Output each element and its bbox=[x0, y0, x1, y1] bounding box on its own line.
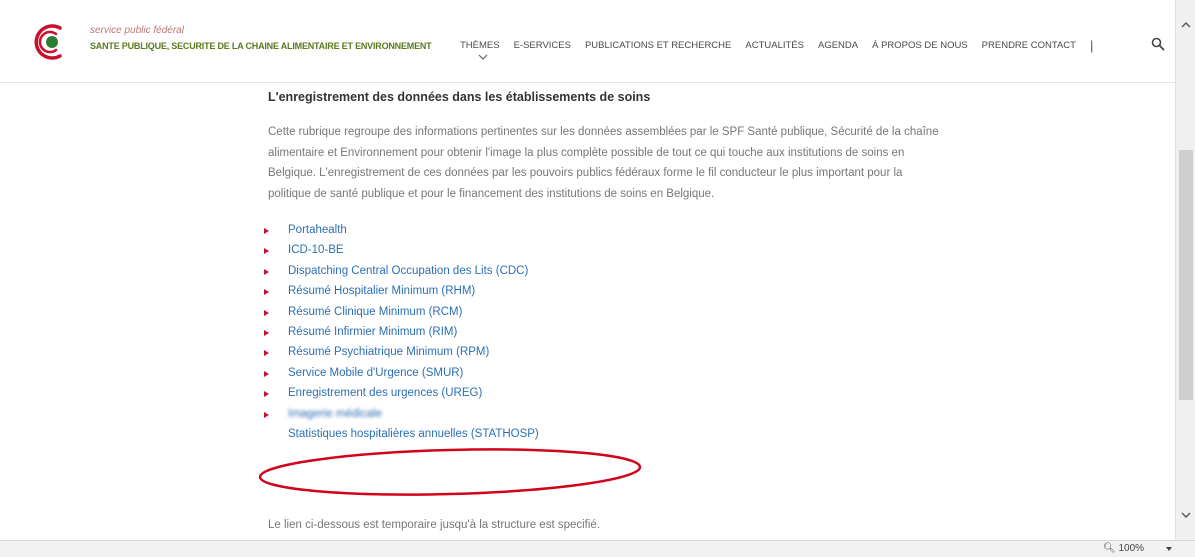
nav-actualites[interactable]: ACTUALITÉS bbox=[745, 40, 804, 51]
bullet-icon bbox=[264, 350, 269, 357]
list-item: Imagerie médicale bbox=[264, 404, 948, 424]
link-rpm[interactable]: Résumé Psychiatrique Minimum (RPM) bbox=[288, 346, 489, 358]
zoom-level[interactable]: 🔍︎ 100% bbox=[1103, 543, 1144, 554]
link-rcm[interactable]: Résumé Clinique Minimum (RCM) bbox=[288, 306, 462, 318]
main-nav: THÈMES E-SERVICES PUBLICATIONS ET RECHER… bbox=[460, 38, 1101, 53]
nav-contact[interactable]: PRENDRE CONTACT bbox=[982, 40, 1076, 51]
scrollbar-thumb[interactable] bbox=[1179, 150, 1193, 400]
scroll-up-icon[interactable] bbox=[1180, 20, 1192, 30]
bullet-icon bbox=[264, 411, 269, 418]
list-item: Portahealth bbox=[264, 220, 948, 240]
chevron-down-icon[interactable] bbox=[478, 54, 488, 60]
highlight-ellipse bbox=[258, 448, 642, 496]
list-item: Enregistrement des urgences (UREG) bbox=[264, 383, 948, 403]
bullet-icon bbox=[264, 370, 269, 377]
list-item: Résumé Psychiatrique Minimum (RPM) bbox=[264, 342, 948, 362]
search-icon[interactable] bbox=[1151, 37, 1165, 51]
nav-a-propos[interactable]: À PROPOS DE NOUS bbox=[872, 40, 968, 51]
intro-paragraph: Cette rubrique regroupe des informations… bbox=[268, 126, 939, 200]
nav-publications[interactable]: PUBLICATIONS ET RECHERCHE bbox=[585, 40, 731, 51]
registration-link-list: Portahealth ICD-10-BE Dispatching Centra… bbox=[264, 220, 948, 444]
zoom-value: 100% bbox=[1118, 543, 1145, 554]
chevron-down-icon[interactable] bbox=[1166, 547, 1172, 551]
link-imagerie[interactable]: Imagerie médicale bbox=[288, 408, 382, 420]
link-icd-10-be[interactable]: ICD-10-BE bbox=[288, 244, 344, 256]
bullet-icon bbox=[264, 329, 269, 336]
nav-separator: | bbox=[1089, 38, 1094, 53]
bullet-icon bbox=[264, 268, 269, 275]
list-item: Statistiques hospitalières annuelles (ST… bbox=[264, 424, 948, 444]
list-item: Service Mobile d'Urgence (SMUR) bbox=[264, 363, 948, 383]
browser-viewport: service public fédéral SANTE PUBLIQUE, S… bbox=[0, 0, 1175, 540]
list-item: Résumé Clinique Minimum (RCM) bbox=[264, 302, 948, 322]
nav-themes[interactable]: THÈMES bbox=[460, 40, 500, 51]
org-top-label: service public fédéral bbox=[90, 25, 184, 36]
list-item: ICD-10-BE bbox=[264, 240, 948, 260]
bullet-icon bbox=[264, 391, 269, 398]
list-item: Résumé Hospitalier Minimum (RHM) bbox=[264, 281, 948, 301]
bullet-icon bbox=[264, 228, 269, 234]
org-name[interactable]: SANTE PUBLIQUE, SECURITE DE LA CHAINE AL… bbox=[90, 41, 432, 51]
main-content: L'enregistrement des données dans les ét… bbox=[264, 90, 948, 444]
bullet-icon bbox=[264, 289, 269, 296]
footer-note: Le lien ci-dessous est temporaire jusqu'… bbox=[268, 519, 601, 531]
link-portahealth[interactable]: Portahealth bbox=[288, 224, 347, 236]
scroll-down-icon[interactable] bbox=[1180, 510, 1192, 520]
nav-agenda[interactable]: AGENDA bbox=[818, 40, 858, 51]
link-smur[interactable]: Service Mobile d'Urgence (SMUR) bbox=[288, 367, 463, 379]
list-item: Résumé Infirmier Minimum (RIM) bbox=[264, 322, 948, 342]
link-rhm[interactable]: Résumé Hospitalier Minimum (RHM) bbox=[288, 285, 475, 297]
page-title: L'enregistrement des données dans les ét… bbox=[268, 90, 651, 104]
bullet-icon bbox=[264, 248, 269, 255]
link-stathosp[interactable]: Statistiques hospitalières annuelles (ST… bbox=[288, 428, 539, 440]
link-cdc[interactable]: Dispatching Central Occupation des Lits … bbox=[288, 265, 528, 277]
site-header: service public fédéral SANTE PUBLIQUE, S… bbox=[0, 0, 1175, 83]
nav-e-services[interactable]: E-SERVICES bbox=[514, 40, 571, 51]
link-ureg[interactable]: Enregistrement des urgences (UREG) bbox=[288, 387, 482, 399]
logo-icon[interactable] bbox=[30, 22, 74, 62]
bullet-icon bbox=[264, 309, 269, 316]
status-bar: 🔍︎ 100% bbox=[0, 540, 1195, 557]
link-rim[interactable]: Résumé Infirmier Minimum (RIM) bbox=[288, 326, 457, 338]
vertical-scrollbar[interactable] bbox=[1175, 0, 1195, 540]
list-item: Dispatching Central Occupation des Lits … bbox=[264, 261, 948, 281]
